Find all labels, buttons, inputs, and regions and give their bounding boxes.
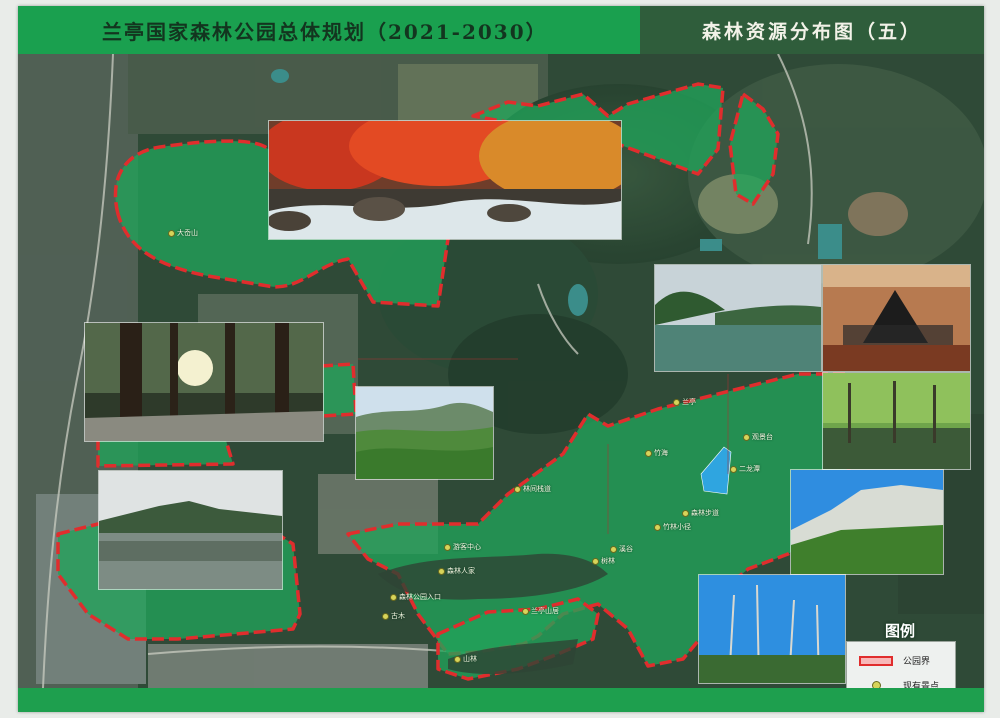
poi-erlongtan[interactable]: 二龙潭 (730, 464, 760, 474)
header-bar: 兰亭国家森林公园总体规划（2021-2030） 森林资源分布图（五） (18, 6, 984, 54)
map-title: 森林资源分布图（五） (701, 20, 922, 43)
poi-gumu[interactable]: 古木 (382, 611, 405, 621)
boundary-swatch (859, 655, 893, 666)
poi-xigu[interactable]: 溪谷 (610, 544, 633, 554)
poi-park-entrance[interactable]: 森林公园入口 (390, 592, 441, 602)
tall-trees-photo (698, 574, 846, 684)
plan-title-panel: 兰亭国家森林公园总体规划（2021-2030） (18, 6, 640, 54)
exhibition-hall-photo (822, 264, 971, 372)
wetland-forest-photo (822, 372, 971, 470)
cliff-photo (790, 469, 944, 575)
poi-guanjingtai[interactable]: 观景台 (743, 432, 773, 442)
poi-senlin-renjia[interactable]: 森林人家 (438, 566, 475, 576)
footer-bar (18, 688, 984, 712)
poi-lanting[interactable]: 兰亭 (673, 397, 696, 407)
map-title-panel: 森林资源分布图（五） (640, 6, 984, 54)
poi-senlin-budao[interactable]: 森林步道 (682, 508, 719, 518)
poi-youke-zhongxin[interactable]: 游客中心 (444, 542, 481, 552)
poi-zhulin-xiaojing[interactable]: 竹林小径 (654, 522, 691, 532)
mountain-lake-photo (98, 470, 283, 590)
poi-shanlin[interactable]: 山林 (454, 654, 477, 664)
satellite-map[interactable]: 大岙山 兰亭 竹海 观景台 二龙潭 林间栈道 森林步道 竹林小径 溪谷 游客中心… (18, 54, 984, 712)
legend-item-boundary: 公园界 (859, 654, 930, 667)
legend-title: 图例 (884, 622, 915, 640)
forest-path-photo (84, 322, 324, 442)
autumn-stream-photo (268, 120, 622, 240)
poi-dadaoshan[interactable]: 大岙山 (168, 228, 198, 238)
map-sheet: 兰亭国家森林公园总体规划（2021-2030） 森林资源分布图（五） 大岙山 兰… (18, 6, 984, 712)
park-zone-west-small (319, 362, 358, 418)
green-hills-photo (355, 386, 494, 480)
poi-lanting-shanju[interactable]: 兰亭山居 (522, 606, 559, 616)
poi-shulin[interactable]: 树林 (592, 556, 615, 566)
poi-zhuhai[interactable]: 竹海 (645, 448, 668, 458)
plan-title: 兰亭国家森林公园总体规划（2021-2030） (102, 19, 548, 44)
poi-linjian-zhandao[interactable]: 林间栈道 (514, 484, 551, 494)
reservoir-photo (654, 264, 822, 372)
